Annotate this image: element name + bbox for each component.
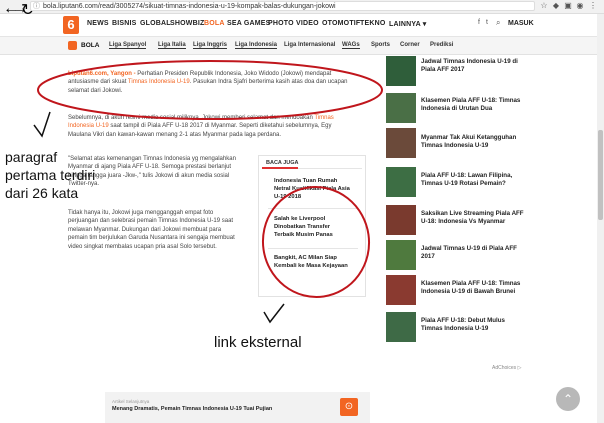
annotation-overlay	[33, 60, 383, 324]
red-circle-links	[261, 186, 371, 298]
check-arrow-paragraph	[33, 111, 51, 138]
paragraph-annotation: paragraf pertama terdiri dari 26 kata	[5, 149, 96, 201]
red-circle-paragraph	[37, 60, 383, 120]
check-arrow-links	[263, 303, 285, 324]
link-annotation: link eksternal	[214, 334, 302, 351]
